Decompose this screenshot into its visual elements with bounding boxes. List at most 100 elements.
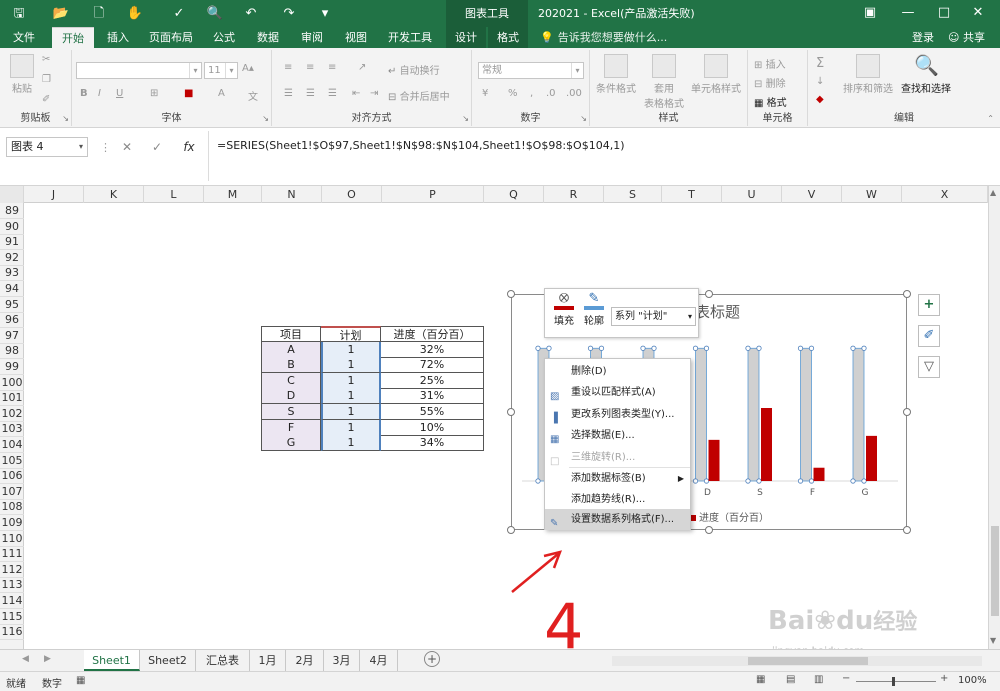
column-header[interactable]: J bbox=[24, 186, 84, 203]
macro-record-icon[interactable]: ▦ bbox=[76, 675, 85, 686]
series-selection-handle[interactable] bbox=[703, 478, 710, 484]
delete-cells-button[interactable]: ⊟ 删除 bbox=[754, 75, 786, 90]
column-header[interactable]: T bbox=[662, 186, 722, 203]
cut-icon[interactable]: ✂ bbox=[42, 54, 50, 65]
row-header[interactable]: 96 bbox=[0, 312, 24, 329]
minimize-icon[interactable]: — bbox=[896, 3, 920, 23]
bar-plan[interactable] bbox=[852, 347, 865, 482]
sheet-tab[interactable]: 汇总表 bbox=[196, 650, 250, 671]
align-right-icon[interactable]: ☰ bbox=[328, 88, 337, 99]
select-all-corner[interactable] bbox=[0, 186, 24, 203]
table-cell[interactable]: 72% bbox=[381, 357, 484, 374]
resize-handle[interactable] bbox=[903, 290, 911, 298]
next-sheet-icon[interactable]: ▶ bbox=[44, 654, 51, 664]
row-header[interactable]: 116 bbox=[0, 624, 24, 641]
column-header[interactable]: N bbox=[262, 186, 322, 203]
tell-me-search[interactable]: 💡 告诉我您想要做什么... bbox=[540, 27, 667, 48]
collapse-ribbon-icon[interactable]: ⌃ bbox=[987, 114, 994, 123]
grow-font-icon[interactable]: A▴ bbox=[242, 63, 254, 74]
align-middle-icon[interactable]: ≡ bbox=[306, 62, 314, 73]
table-cell[interactable]: 10% bbox=[381, 419, 484, 436]
share-button[interactable]: ☺ 共享 bbox=[948, 27, 985, 48]
series-selection-handle[interactable] bbox=[797, 478, 804, 484]
series-selection-handle[interactable] bbox=[535, 478, 541, 484]
table-cell[interactable]: 1 bbox=[321, 388, 381, 405]
tab-home[interactable]: 开始 bbox=[52, 27, 94, 48]
increase-decimal-icon[interactable]: .0 bbox=[546, 88, 556, 99]
insert-function-button[interactable]: fx bbox=[178, 138, 200, 156]
row-header[interactable]: 111 bbox=[0, 546, 24, 563]
series-select[interactable]: 系列 "计划" ▾ bbox=[611, 307, 696, 326]
bar-plan[interactable] bbox=[800, 347, 812, 482]
bar-progress[interactable] bbox=[813, 467, 825, 481]
format-cells-button[interactable]: ▦ 格式 bbox=[754, 94, 787, 109]
tab-page-layout[interactable]: 页面布局 bbox=[144, 27, 198, 48]
column-header[interactable]: S bbox=[604, 186, 662, 203]
row-header[interactable]: 98 bbox=[0, 343, 24, 360]
merge-center-button[interactable]: ⊟ 合并后居中 bbox=[388, 88, 450, 103]
series-selection-handle[interactable] bbox=[797, 345, 804, 351]
series-selection-handle[interactable] bbox=[598, 345, 605, 351]
zoom-in-icon[interactable]: + bbox=[940, 673, 948, 684]
row-header[interactable]: 112 bbox=[0, 562, 24, 578]
column-header[interactable]: Q bbox=[484, 186, 544, 203]
table-cell[interactable]: 32% bbox=[381, 341, 484, 358]
context-menu-item[interactable]: ▦ 选择数据(E)... bbox=[545, 425, 690, 446]
row-header[interactable]: 104 bbox=[0, 437, 24, 453]
series-selection-handle[interactable] bbox=[703, 345, 710, 351]
scroll-down-icon[interactable]: ▼ bbox=[990, 636, 996, 645]
context-menu-item[interactable]: ▐ 更改系列图表类型(Y)... bbox=[545, 404, 690, 425]
bar-progress[interactable] bbox=[866, 435, 877, 481]
chart-filter-icon[interactable]: ▽ bbox=[918, 356, 940, 378]
paste-button[interactable]: 粘贴 bbox=[6, 54, 38, 95]
zoom-out-icon[interactable]: − bbox=[842, 673, 850, 684]
cancel-icon[interactable]: ✕ bbox=[116, 138, 138, 156]
table-cell[interactable]: 55% bbox=[381, 404, 484, 420]
column-header[interactable]: L bbox=[144, 186, 204, 203]
fill-color-icon[interactable]: ■ bbox=[184, 88, 193, 99]
series-selection-handle[interactable] bbox=[861, 478, 867, 484]
resize-handle[interactable] bbox=[507, 290, 515, 298]
normal-view-icon[interactable]: ▦ bbox=[756, 674, 765, 685]
maximize-icon[interactable]: □ bbox=[932, 3, 956, 23]
context-menu-item[interactable]: 删除(D) bbox=[545, 361, 690, 382]
table-cell[interactable]: A bbox=[261, 341, 321, 358]
sheet-tab[interactable]: 4月 bbox=[360, 650, 398, 671]
resize-handle[interactable] bbox=[507, 526, 515, 534]
series-selection-handle[interactable] bbox=[745, 345, 751, 351]
row-header[interactable]: 97 bbox=[0, 328, 24, 344]
sheet-tab[interactable]: Sheet2 bbox=[140, 650, 196, 671]
scroll-up-icon[interactable]: ▲ bbox=[990, 188, 996, 197]
row-header[interactable]: 106 bbox=[0, 468, 24, 485]
table-format-button[interactable]: 套用 表格格式 bbox=[640, 54, 688, 110]
wrap-text-button[interactable]: ↵ 自动换行 bbox=[388, 62, 440, 77]
tab-formulas[interactable]: 公式 bbox=[204, 27, 244, 48]
row-header[interactable]: 105 bbox=[0, 453, 24, 469]
context-menu-item[interactable]: ▨ 重设以匹配样式(A) bbox=[545, 382, 690, 403]
customize-qat-icon[interactable]: ▾ bbox=[314, 4, 336, 23]
context-menu-item[interactable]: 添加数据标签(B) ▶ bbox=[545, 468, 690, 489]
table-cell[interactable]: D bbox=[261, 388, 321, 405]
row-header[interactable]: 89 bbox=[0, 203, 24, 219]
tab-data[interactable]: 数据 bbox=[248, 27, 288, 48]
currency-icon[interactable]: ¥ bbox=[482, 88, 488, 99]
format-painter-icon[interactable]: ✐ bbox=[42, 94, 50, 105]
row-header[interactable]: 90 bbox=[0, 219, 24, 235]
clear-icon[interactable]: ◆ bbox=[816, 94, 824, 105]
ribbon-display-icon[interactable]: ▣ bbox=[858, 3, 882, 23]
phonetic-icon[interactable]: 文 bbox=[248, 88, 258, 103]
undo-icon[interactable]: ↶ bbox=[240, 4, 262, 23]
series-selection-handle[interactable] bbox=[745, 478, 751, 484]
table-cell[interactable]: 1 bbox=[321, 341, 381, 358]
series-selection-handle[interactable] bbox=[587, 345, 594, 351]
tab-file[interactable]: 文件 bbox=[4, 27, 44, 48]
bold-button[interactable]: B bbox=[80, 88, 88, 99]
row-header[interactable]: 115 bbox=[0, 609, 24, 625]
launcher-icon[interactable]: ↘ bbox=[62, 114, 69, 123]
tab-insert[interactable]: 插入 bbox=[98, 27, 138, 48]
align-center-icon[interactable]: ☰ bbox=[306, 88, 315, 99]
series-selection-handle[interactable] bbox=[640, 345, 646, 351]
row-header[interactable]: 101 bbox=[0, 390, 24, 407]
table-header-cell[interactable]: 项目 bbox=[261, 326, 321, 342]
series-selection-handle[interactable] bbox=[756, 478, 762, 484]
